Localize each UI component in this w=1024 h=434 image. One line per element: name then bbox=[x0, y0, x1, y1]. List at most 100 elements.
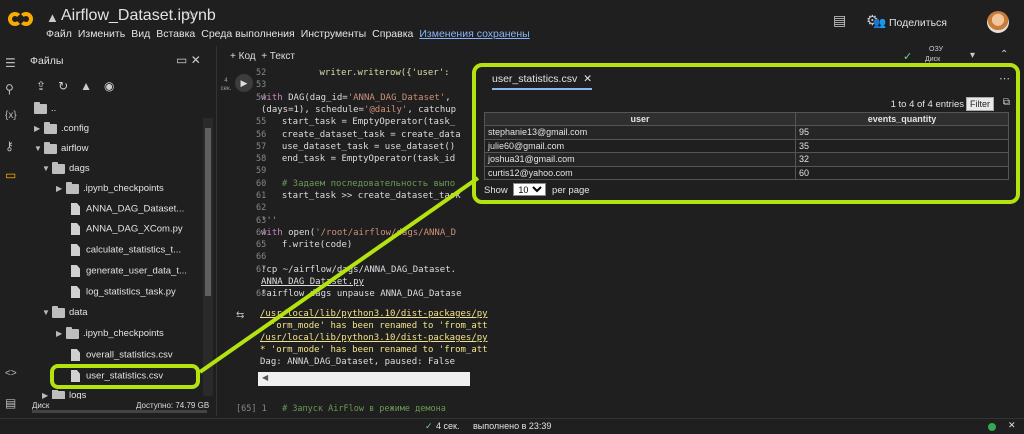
tree-item-file[interactable]: log_statistics_task.py bbox=[71, 286, 176, 306]
toc-icon[interactable]: ☰ bbox=[5, 56, 16, 70]
chevron-down-icon[interactable]: ▾ bbox=[970, 50, 975, 61]
add-text-button[interactable]: + Текст bbox=[261, 51, 295, 62]
eye-icon[interactable]: ◉ bbox=[104, 79, 114, 93]
chevron-right-icon: ▶ bbox=[42, 391, 49, 399]
menu-tools[interactable]: Инструменты bbox=[301, 28, 366, 40]
code-line[interactable]: (days=1), schedule='@daily', catchup bbox=[261, 104, 456, 117]
code-line[interactable]: f.write(code) bbox=[271, 239, 352, 252]
code-line[interactable]: !airflow dags unpause ANNA_DAG_Datase bbox=[261, 288, 461, 301]
tree-item-data[interactable]: ▼ data bbox=[42, 305, 88, 327]
code-line[interactable]: ANNA_DAG_Dataset.py bbox=[261, 276, 364, 289]
run-cell-button[interactable]: ▶ bbox=[235, 74, 253, 92]
code-snippets-icon[interactable]: <> bbox=[5, 368, 17, 379]
file-icon bbox=[71, 349, 80, 361]
scroll-left-icon[interactable]: ◀ bbox=[262, 373, 268, 382]
drive-icon: ▲ bbox=[46, 10, 59, 25]
share-button[interactable]: 👥 Поделиться bbox=[873, 16, 947, 29]
colab-logo[interactable] bbox=[8, 10, 34, 30]
menu-runtime[interactable]: Среда выполнения bbox=[201, 28, 294, 40]
tree-up[interactable]: .. bbox=[34, 101, 57, 123]
avatar[interactable] bbox=[987, 11, 1009, 33]
tree-label: log_statistics_task.py bbox=[86, 286, 176, 298]
line-number: 68 bbox=[256, 289, 267, 299]
files-title: Файлы bbox=[30, 55, 64, 67]
close-icon[interactable]: ✕ bbox=[191, 53, 201, 67]
disk-meter-label: Диск bbox=[925, 56, 941, 63]
terminal-icon[interactable]: ▤ bbox=[5, 396, 16, 410]
add-code-button[interactable]: + Код bbox=[230, 51, 256, 62]
column-header-user[interactable]: user bbox=[484, 112, 796, 126]
output-icon[interactable]: ⇆ bbox=[236, 310, 244, 321]
tree-item-file[interactable]: calculate_statistics_t... bbox=[71, 244, 181, 264]
variables-icon[interactable]: {x} bbox=[5, 110, 17, 121]
tree-item-file[interactable]: ANNA_DAG_XCom.py bbox=[71, 223, 183, 243]
line-number: 67 bbox=[256, 265, 267, 275]
next-cell-comment: # Запуск AirFlow в режиме демона bbox=[282, 404, 446, 414]
page-size-select[interactable]: 10 bbox=[513, 183, 547, 196]
drive-mount-icon[interactable]: ▲ bbox=[80, 79, 92, 93]
close-icon[interactable]: ✕ bbox=[583, 73, 592, 85]
tree-item-dags[interactable]: ▼ dags bbox=[42, 161, 90, 183]
star-icon[interactable]: ☆ bbox=[184, 7, 197, 24]
menu-file[interactable]: Файл bbox=[46, 28, 72, 40]
table-row: julie60@gmail.com 35 bbox=[484, 138, 1009, 153]
menu-insert[interactable]: Вставка bbox=[156, 28, 195, 40]
cell-events: 32 bbox=[795, 152, 1009, 167]
line-number: 57 bbox=[256, 142, 267, 152]
code-line[interactable]: with DAG(dag_id='ANNA_DAG_Dataset', bbox=[261, 92, 451, 105]
tree-item-file[interactable]: ANNA_DAG_Dataset... bbox=[71, 203, 184, 223]
menu-help[interactable]: Справка bbox=[372, 28, 413, 40]
tree-label: .. bbox=[51, 103, 57, 114]
code-line[interactable]: !cp ~/airflow/dags/ANNA_DAG_Dataset. bbox=[261, 264, 456, 277]
tree-item-config[interactable]: ▶ .config bbox=[34, 121, 89, 143]
output-hscroll[interactable]: ◀ bbox=[258, 372, 470, 386]
saved-status[interactable]: Изменения сохранены bbox=[419, 28, 529, 40]
key-icon[interactable]: ⚷ bbox=[5, 139, 14, 153]
file-highlight bbox=[50, 364, 200, 389]
chevron-right-icon: ▶ bbox=[56, 184, 63, 194]
next-cell[interactable]: [65] 1 # Запуск AirFlow в режиме демона bbox=[236, 404, 446, 414]
code-line[interactable]: # Задаем последовательность выпо bbox=[271, 178, 455, 191]
tree-item-checkpoints[interactable]: ▶ .ipynb_checkpoints bbox=[56, 181, 164, 203]
expand-icon[interactable]: ▭ bbox=[176, 53, 187, 67]
folder-icon[interactable]: ▭ bbox=[5, 168, 16, 182]
code-line[interactable]: writer.writerow({'user': bbox=[287, 67, 450, 80]
files-scrollbar[interactable] bbox=[203, 118, 213, 396]
copy-icon[interactable]: ⧉ bbox=[1003, 97, 1010, 108]
code-line[interactable]: start_task >> create_dataset_task bbox=[271, 190, 461, 203]
output-line: * 'orm_mode' has been renamed to 'from_a… bbox=[260, 345, 488, 355]
tree-item-file[interactable]: generate_user_data_t... bbox=[71, 265, 187, 285]
file-icon bbox=[71, 265, 80, 277]
scroll-thumb[interactable] bbox=[205, 128, 211, 296]
line-number: 61 bbox=[256, 191, 267, 201]
refresh-icon[interactable]: ↻ bbox=[58, 79, 68, 93]
code-line[interactable]: with open('/root/airflow/dags/ANNA_D bbox=[261, 227, 456, 240]
cell-events: 60 bbox=[795, 165, 1009, 180]
more-icon[interactable]: ⋯ bbox=[999, 72, 1010, 85]
menu-view[interactable]: Вид bbox=[131, 28, 150, 40]
code-line[interactable]: start_task = EmptyOperator(task_ bbox=[271, 116, 455, 129]
tab-user-statistics[interactable]: user_statistics.csv ✕ bbox=[492, 73, 593, 90]
code-line[interactable]: end_task = EmptyOperator(task_id bbox=[271, 153, 455, 166]
upload-icon[interactable]: ⇪ bbox=[36, 79, 46, 93]
search-icon[interactable]: ⚲ bbox=[5, 82, 14, 96]
chevron-up-icon[interactable]: ⌃ bbox=[1000, 49, 1008, 60]
tree-item-checkpoints[interactable]: ▶ .ipynb_checkpoints bbox=[56, 326, 164, 348]
column-header-events[interactable]: events_quantity bbox=[795, 112, 1009, 126]
files-panel: Файлы ▭ ✕ ⇪ ↻ ▲ ◉ .. ▶ .config ▼ airflow ▼… bbox=[24, 46, 217, 416]
tree-item-airflow[interactable]: ▼ airflow bbox=[34, 141, 88, 163]
code-line[interactable]: use_dataset_task = use_dataset() bbox=[271, 141, 455, 154]
tree-label: dags bbox=[69, 163, 90, 174]
folder-icon bbox=[52, 305, 65, 318]
line-number: 58 bbox=[256, 154, 267, 164]
filter-button[interactable]: Filter bbox=[966, 97, 994, 111]
code-line[interactable]: create_dataset_task = create_data bbox=[271, 129, 461, 142]
tree-item-logs[interactable]: ▶ logs bbox=[42, 390, 86, 399]
file-icon bbox=[71, 244, 80, 256]
connection-status-icon bbox=[988, 423, 996, 431]
disk-free: Доступно: 74.79 GB bbox=[136, 401, 210, 410]
line-number: 63 bbox=[256, 216, 267, 226]
menu-edit[interactable]: Изменить bbox=[78, 28, 125, 40]
close-icon[interactable]: ✕ bbox=[1008, 420, 1016, 431]
comment-icon[interactable]: ▤ bbox=[833, 12, 846, 29]
